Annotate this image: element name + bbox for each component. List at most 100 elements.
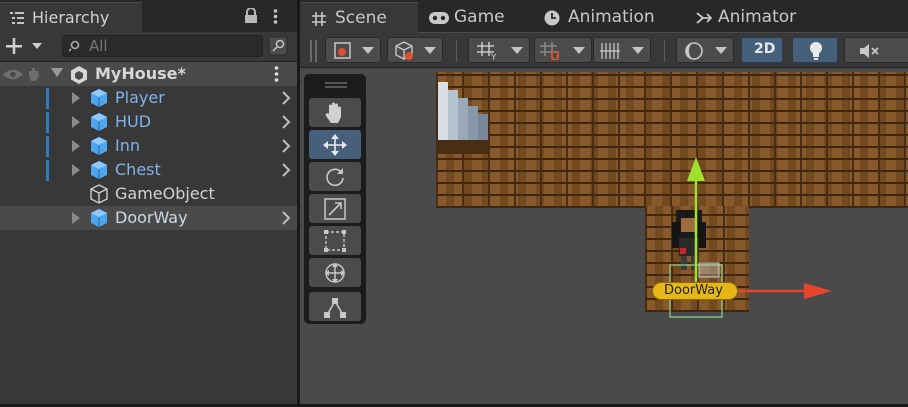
expand-arrow-icon[interactable] xyxy=(72,212,80,224)
gameobject-cube-icon xyxy=(90,184,108,204)
grid-icon xyxy=(312,12,326,26)
hierarchy-tab[interactable]: Hierarchy xyxy=(0,2,142,33)
chevron-right-icon[interactable] xyxy=(279,211,293,225)
expand-arrow-icon[interactable] xyxy=(72,116,80,128)
grid-snap-dropdown[interactable]: Y xyxy=(468,37,530,63)
hierarchy-item-label: HUD xyxy=(115,112,152,131)
lightbulb-icon xyxy=(810,42,822,60)
selected-object-name: DoorWay xyxy=(664,283,723,298)
hierarchy-item-label: Chest xyxy=(115,160,161,179)
hand-icon xyxy=(325,102,341,123)
path-tool-icon xyxy=(324,298,346,318)
dropdown-arrow-icon xyxy=(632,47,644,54)
dropdown-arrow-icon xyxy=(424,47,436,54)
prefab-cube-icon xyxy=(91,89,107,107)
hierarchy-item-doorway[interactable]: DoorWay xyxy=(0,206,297,230)
hierarchy-item-label: GameObject xyxy=(115,184,215,203)
unity-scene-icon xyxy=(71,66,87,84)
tab-game[interactable]: Game xyxy=(420,2,530,32)
increment-snap-dropdown[interactable] xyxy=(534,37,592,63)
tab-label: Scene xyxy=(335,8,387,28)
toggle-2d-label: 2D xyxy=(754,41,776,57)
shading-sphere-icon xyxy=(685,42,703,60)
hierarchy-item-inn[interactable]: Inn xyxy=(0,134,297,158)
hierarchy-item-chest[interactable]: Chest xyxy=(0,158,297,182)
lock-icon[interactable] xyxy=(244,8,258,24)
hierarchy-search-input[interactable]: All xyxy=(62,35,263,57)
tab-animator[interactable]: Animator xyxy=(690,2,820,32)
dropdown-arrow-icon xyxy=(511,47,523,54)
gizmo-tools-dropdown[interactable] xyxy=(325,37,381,63)
scene-root-row[interactable]: MyHouse* xyxy=(0,62,297,86)
transform-all-icon xyxy=(325,263,345,283)
scale-icon xyxy=(324,198,346,220)
create-add-icon[interactable] xyxy=(6,38,46,54)
hierarchy-item-hud[interactable]: HUD xyxy=(0,110,297,134)
tab-animation[interactable]: Animation xyxy=(535,2,685,32)
hierarchy-item-player[interactable]: Player xyxy=(0,86,297,110)
grid-snap-icon: Y xyxy=(477,42,497,60)
selection-indicator xyxy=(46,136,49,157)
search-icon xyxy=(69,40,80,52)
scene-search-mode-icon[interactable] xyxy=(268,36,288,56)
expand-arrow-icon[interactable] xyxy=(72,92,80,104)
lighting-toggle-button[interactable] xyxy=(792,37,838,63)
pickable-hand-icon[interactable] xyxy=(26,66,44,82)
tab-label: Game xyxy=(454,7,505,27)
hand-tool-button[interactable] xyxy=(309,98,361,127)
tools-overlay xyxy=(304,74,366,324)
prefab-cube-icon xyxy=(91,137,107,155)
grid-lines-icon xyxy=(600,43,620,59)
audio-toggle-button[interactable] xyxy=(844,37,908,63)
hierarchy-item-label: DoorWay xyxy=(115,208,188,227)
chevron-right-icon[interactable] xyxy=(279,139,293,153)
hierarchy-item-label: Player xyxy=(115,88,165,107)
move-arrows-icon xyxy=(323,134,347,156)
expand-arrow-icon[interactable] xyxy=(72,140,80,152)
list-icon xyxy=(10,12,24,24)
dropdown-arrow-icon xyxy=(362,47,374,54)
shading-mode-dropdown[interactable] xyxy=(676,37,734,63)
component-tools-dropdown[interactable] xyxy=(387,37,443,63)
grid-visibility-dropdown[interactable] xyxy=(593,37,651,63)
transform-tool-button[interactable] xyxy=(309,258,361,287)
prefab-cube-icon xyxy=(91,113,107,131)
svg-text:Y: Y xyxy=(490,53,497,60)
toggle-2d-button[interactable]: 2D xyxy=(741,37,783,63)
move-tool-button[interactable] xyxy=(309,130,361,159)
cube-tool-icon xyxy=(395,41,413,60)
scene-menu-icon[interactable] xyxy=(274,66,279,82)
rotate-tool-button[interactable] xyxy=(309,162,361,191)
hierarchy-title: Hierarchy xyxy=(32,8,110,27)
hierarchy-item-label: Inn xyxy=(115,136,140,155)
prefab-cube-icon xyxy=(91,209,107,227)
prefab-cube-icon xyxy=(91,161,107,179)
overlay-drag-handle-icon[interactable] xyxy=(325,82,347,88)
tab-scene[interactable]: Scene xyxy=(300,2,418,33)
rect-tool-button[interactable] xyxy=(309,226,361,255)
snap-magnet-icon xyxy=(540,42,559,60)
dropdown-arrow-icon xyxy=(573,47,585,54)
tab-menu-icon[interactable] xyxy=(273,9,278,25)
chevron-right-icon[interactable] xyxy=(279,163,293,177)
clock-icon xyxy=(544,10,560,26)
animator-icon xyxy=(696,12,712,24)
tab-label: Animation xyxy=(568,7,655,27)
selected-object-label[interactable]: DoorWay xyxy=(652,282,738,300)
selection-indicator xyxy=(46,88,49,109)
move-gizmo[interactable] xyxy=(680,155,840,301)
rotate-icon xyxy=(326,168,344,187)
toolbar-separator xyxy=(456,40,457,62)
chevron-right-icon[interactable] xyxy=(279,91,293,105)
expand-arrow-icon[interactable] xyxy=(51,68,63,77)
toolbar-drag-handle-icon[interactable] xyxy=(308,40,320,62)
selection-indicator xyxy=(46,160,49,181)
scale-tool-button[interactable] xyxy=(309,194,361,223)
hierarchy-item-gameobject[interactable]: GameObject xyxy=(0,182,297,206)
visibility-eye-icon[interactable] xyxy=(2,68,24,81)
custom-editor-tool-button[interactable] xyxy=(309,292,361,321)
rect-transform-icon xyxy=(324,230,346,252)
expand-arrow-icon[interactable] xyxy=(72,164,80,176)
mute-speaker-icon xyxy=(860,44,879,58)
chevron-right-icon[interactable] xyxy=(279,115,293,129)
